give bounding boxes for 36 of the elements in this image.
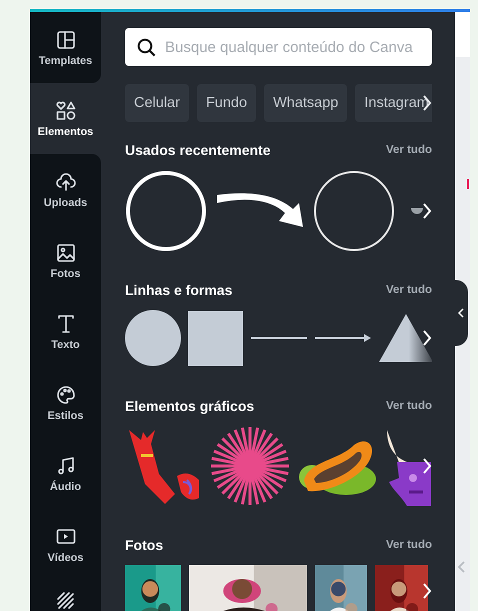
suggestion-chip[interactable]: Fundo — [196, 84, 256, 122]
search-field[interactable]: Busque qualquer conteúdo do Canva — [125, 28, 432, 66]
layout-icon — [54, 28, 76, 50]
collapse-panel-handle[interactable] — [454, 280, 468, 346]
section-title: Usados recentemente — [125, 142, 271, 158]
see-all-link[interactable]: Ver tudo — [386, 539, 432, 551]
cloud-upload-icon — [54, 170, 76, 192]
sidebar-item[interactable]: Vídeos — [30, 509, 101, 580]
sidebar-item[interactable]: Texto — [30, 296, 101, 367]
stripes-icon — [54, 590, 76, 611]
sidebar-item[interactable]: Uploads — [30, 154, 101, 225]
palette-icon — [54, 384, 76, 406]
triangle-shape[interactable] — [379, 314, 432, 362]
cursor-mark — [467, 179, 469, 189]
suggestion-chip[interactable]: Celular — [125, 84, 189, 122]
search-icon — [137, 38, 156, 57]
see-all-link[interactable]: Ver tudo — [386, 400, 432, 412]
chevron-left-icon — [458, 308, 464, 318]
section-title: Elementos gráficos — [125, 398, 254, 414]
half-shape[interactable] — [411, 207, 423, 215]
suggestion-chip[interactable]: Instagram — [355, 84, 432, 122]
sidebar-item[interactable]: Fotos — [30, 225, 101, 296]
sidebar-item[interactable]: Templates — [30, 12, 101, 83]
section-title: Linhas e formas — [125, 282, 232, 298]
see-all-link[interactable]: Ver tudo — [386, 284, 432, 296]
sidebar-item[interactable]: Áudio — [30, 438, 101, 509]
section-title: Fotos — [125, 537, 164, 553]
shapes-icon — [54, 100, 76, 122]
circle-shape[interactable] — [125, 310, 181, 366]
see-all-link[interactable]: Ver tudo — [386, 144, 432, 156]
starburst-drawing[interactable] — [210, 426, 290, 506]
image-icon — [54, 242, 76, 264]
sidebar-item[interactable]: Estilos — [30, 367, 101, 438]
suggestion-chip[interactable]: Whatsapp — [264, 84, 348, 122]
arrow-line[interactable] — [315, 334, 371, 342]
circle-outline[interactable] — [313, 170, 395, 252]
